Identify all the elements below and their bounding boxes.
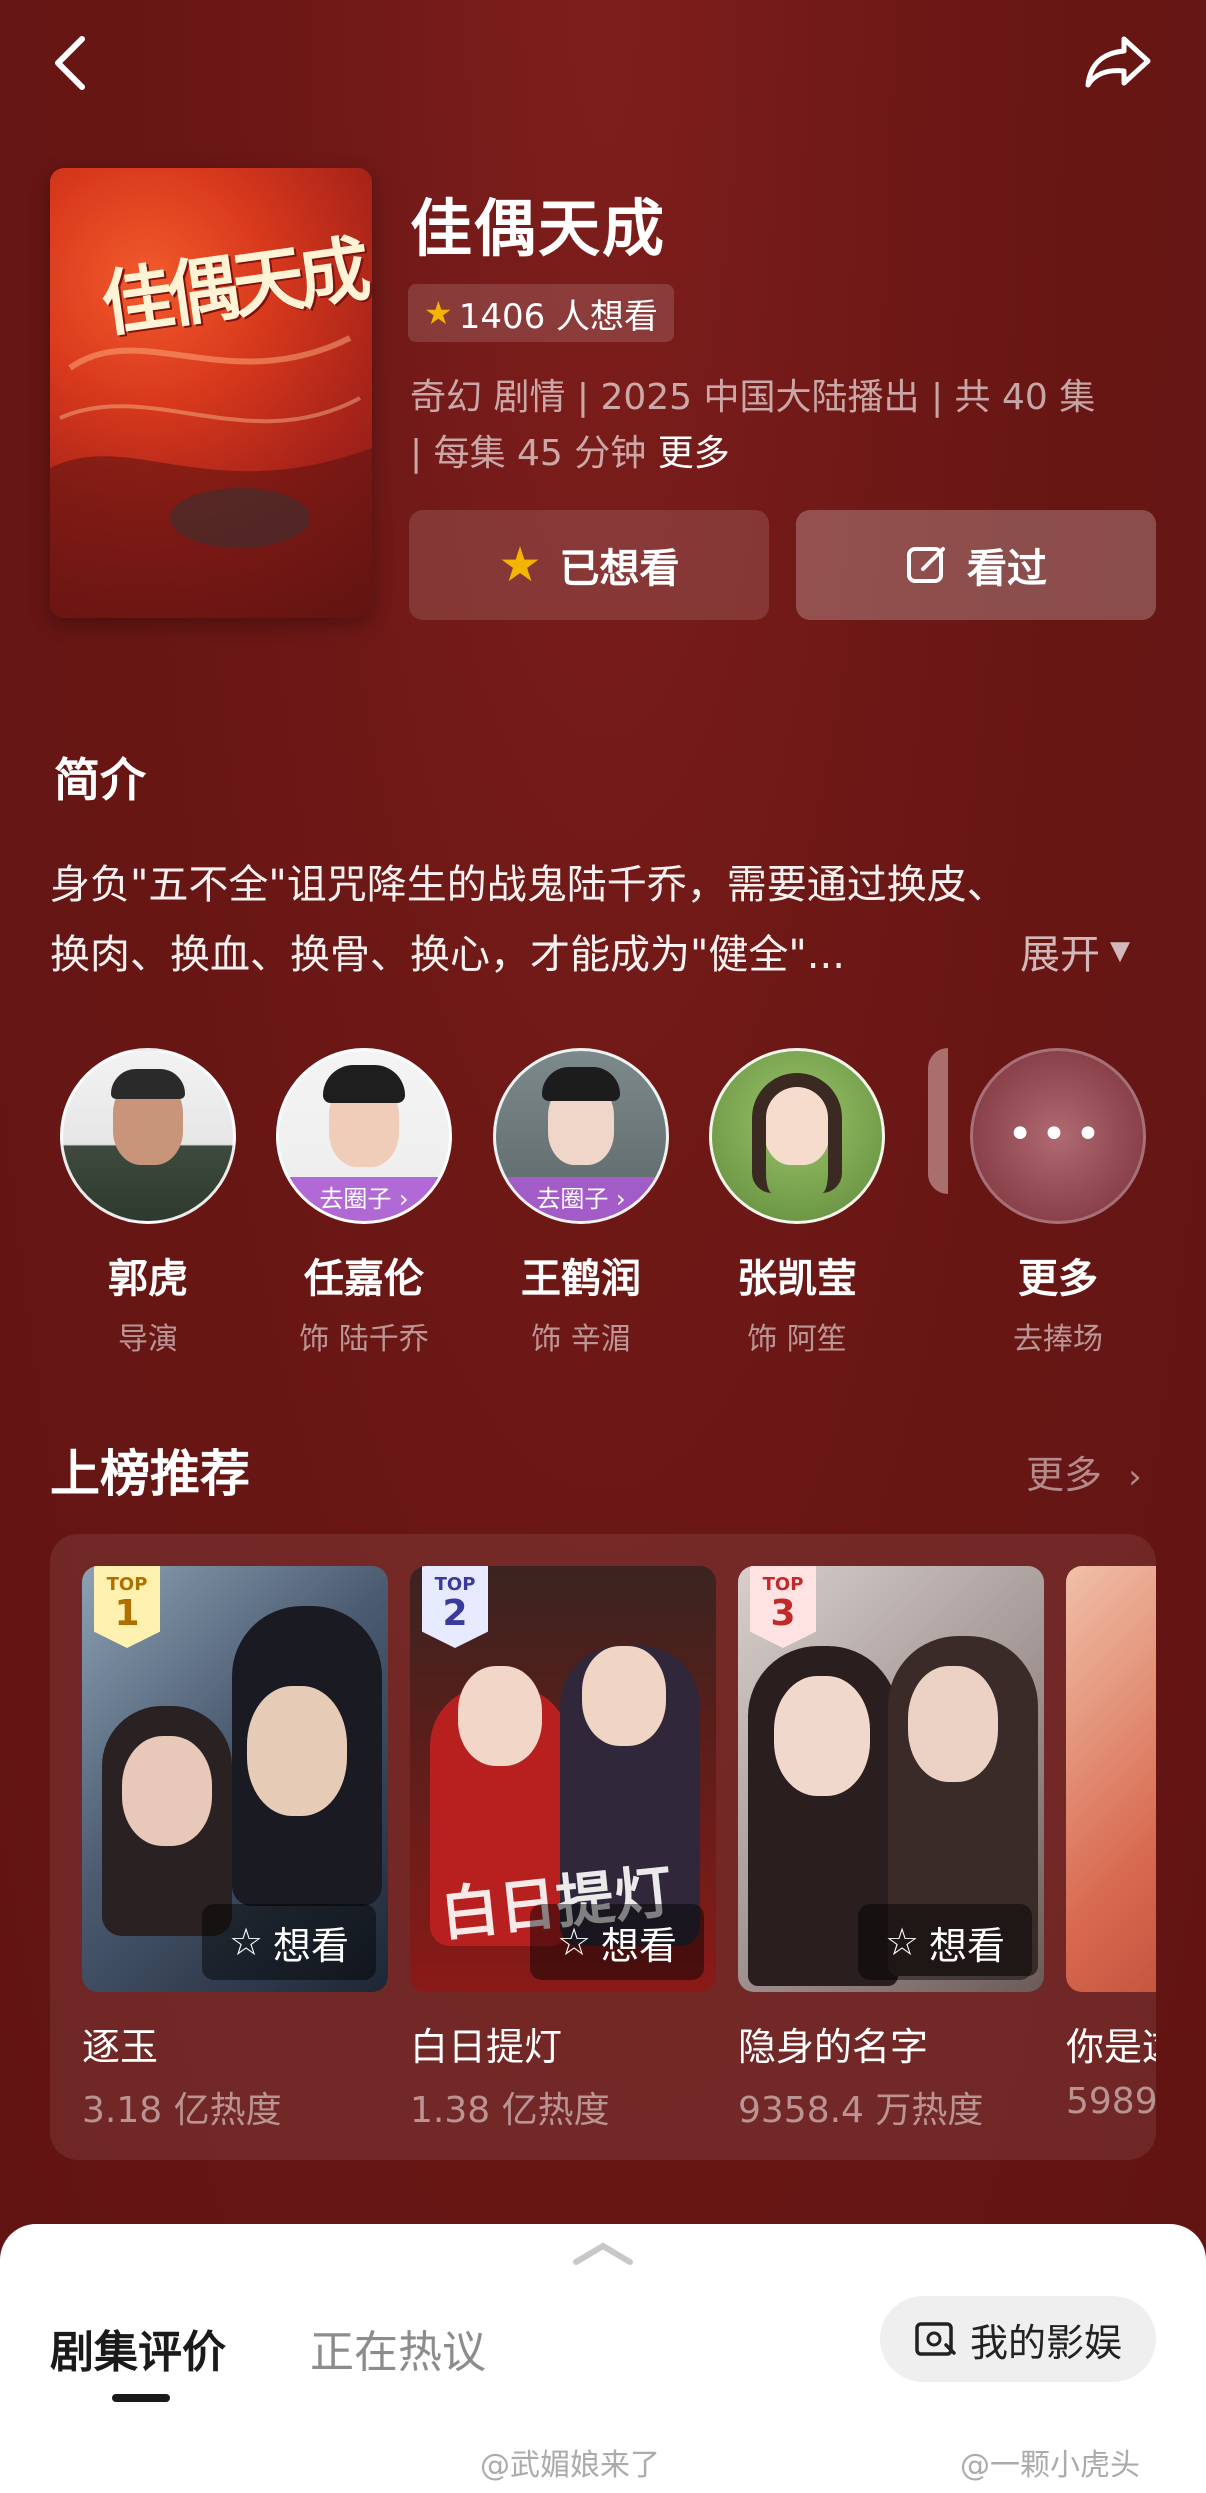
share-button[interactable] [1078,26,1158,98]
ranking-card-3[interactable]: TOP 3 ☆ 想看 隐身的名字 9358.4 万热度 [738,1566,1044,2133]
cast-name: 张凯莹 [737,1256,857,1302]
tab-drama-review[interactable]: 剧集评价 [50,2316,226,2380]
top-badge: TOP 3 [750,1566,816,1648]
star-outline-icon: ☆ [884,1920,920,1964]
cast-role: 去捧场 [1013,1322,1103,1357]
ranking-name: 隐身的名字 [738,2025,929,2069]
want-button[interactable]: ☆ 想看 [202,1904,376,1980]
top-label: TOP [106,1574,148,1595]
want-label: 想看 [929,1923,1006,1968]
edit-icon [907,547,945,583]
cast-item-actor-1[interactable]: 去圈子 › 任嘉伦 饰 陆千乔 [274,1048,454,1358]
cast-name: 郭虎 [108,1256,188,1302]
cast-role: 饰 阿笙 [747,1322,847,1357]
cast-item-actor-2[interactable]: 去圈子 › 王鹤润 饰 辛湄 [491,1048,671,1358]
star-outline-icon: ☆ [228,1920,264,1964]
drama-poster[interactable]: 佳偶天成 [50,168,372,618]
want-label: 想看 [273,1923,350,1968]
ranking-more-link[interactable]: 更多 › [1026,1444,1142,1499]
watermark-2: @一颗小虎头 [960,2448,1140,2483]
caret-down-icon: ▼ [1110,936,1130,966]
top-number: 3 [770,1593,796,1634]
cast-item-more[interactable]: ••• 更多 去捧场 [968,1048,1148,1358]
cast-item-director[interactable]: 郭虎 导演 [58,1048,238,1358]
ranking-card-4[interactable]: 你是这 5989 [1066,1566,1156,2122]
intro-line-2: 换肉、换血、换骨、换心，才能成为"健全"... [50,932,845,978]
want-button[interactable]: ☆ 想看 [858,1904,1032,1980]
top-label: TOP [762,1574,804,1595]
avatar-peek [928,1048,948,1194]
ranking-poster: 白日提灯 TOP 2 ☆ 想看 [410,1566,716,1992]
ranking-name: 你是这 [1066,2025,1156,2069]
star-filled-icon: ★ [498,537,542,593]
star-icon: ★ [424,294,453,332]
watched-button[interactable]: 看过 [796,510,1156,620]
ranking-poster [1066,1566,1156,1992]
top-badge: TOP 1 [94,1566,160,1648]
ranking-name: 逐玉 [82,2025,159,2069]
cast-item-actor-3[interactable]: 张凯莹 饰 阿笙 [707,1048,887,1358]
ranking-card-1[interactable]: TOP 1 ☆ 想看 逐玉 3.18 亿热度 [82,1566,388,2133]
want-button[interactable]: ☆ 想看 [530,1904,704,1980]
chevron-right-icon: › [1128,1457,1142,1497]
top-number: 2 [442,1593,468,1634]
drama-title: 佳偶天成 [410,192,667,265]
top-number: 1 [114,1593,140,1634]
ranking-name: 白日提灯 [410,2025,563,2069]
poster-art [50,335,372,618]
want-label: 想看 [601,1923,678,1968]
my-entertainment-button[interactable]: 我的影娱 [880,2296,1156,2382]
cast-role: 导演 [118,1322,178,1357]
chevron-left-icon [55,36,85,90]
meta-line-2: | 每集 45 分钟 更多 [410,424,730,476]
more-avatar: ••• [970,1048,1146,1224]
cast-name: 任嘉伦 [304,1256,424,1302]
film-icon [915,2322,956,2356]
wanted-button[interactable]: ★ 已想看 [409,510,769,620]
watched-label: 看过 [967,546,1047,592]
ranking-heat: 5989 [1066,2081,1156,2122]
want-count-badge: ★ 1406 人想看 [408,284,675,342]
cast-name: 更多 [1018,1256,1098,1302]
intro-heading: 简介 [54,753,146,807]
cast-role: 饰 辛湄 [531,1322,631,1357]
ranking-card-2[interactable]: 白日提灯 TOP 2 ☆ 想看 白日提灯 1.38 亿热度 [410,1566,716,2133]
my-entertainment-label: 我的影娱 [969,2320,1122,2365]
ranking-panel: TOP 1 ☆ 想看 逐玉 3.18 亿热度 白日提灯 TOP 2 ☆ 想看 白… [50,1534,1156,2160]
top-badge: TOP 2 [422,1566,488,1648]
intro-line-1: 身负"五不全"诅咒降生的战鬼陆千乔，需要通过换皮、 [50,862,1007,908]
top-label: TOP [434,1574,476,1595]
avatar: 去圈子 › [493,1048,669,1224]
sheet-handle-chevron-up-icon[interactable] [570,2238,636,2268]
cast-name: 王鹤润 [521,1256,641,1302]
ranking-poster: TOP 1 ☆ 想看 [82,1566,388,1992]
ranking-title: 上榜推荐 [50,1445,250,1503]
ranking-heat: 3.18 亿热度 [82,2090,282,2131]
avatar: 去圈子 › [276,1048,452,1224]
tab-active-indicator [112,2394,170,2402]
avatar [60,1048,236,1224]
more-dots-icon: ••• [1007,1109,1109,1160]
meta-line-2-text: | 每集 45 分钟 [410,433,647,474]
ranking-poster: TOP 3 ☆ 想看 [738,1566,1044,1992]
tab-hot-discussion[interactable]: 正在热议 [310,2316,486,2380]
back-button[interactable] [40,28,100,98]
star-outline-icon: ☆ [556,1920,592,1964]
ranking-more-label: 更多 [1026,1453,1103,1497]
share-icon [1085,36,1151,88]
expand-button[interactable]: 展开 ▼ [1020,922,1130,980]
avatar [709,1048,885,1224]
go-circle-tag[interactable]: 去圈子 › [496,1177,666,1221]
meta-line-1: 奇幻 剧情 | 2025 中国大陆播出 | 共 40 集 [410,377,1096,418]
want-count-text: 1406 人想看 [458,296,659,337]
cast-role: 饰 陆千乔 [299,1322,429,1357]
ranking-heat: 9358.4 万热度 [738,2090,984,2131]
expand-label: 展开 [1020,932,1100,978]
wanted-label: 已想看 [559,546,680,592]
watermark-1: @武媚娘来了 [480,2448,660,2483]
ranking-heat: 1.38 亿热度 [410,2090,610,2131]
meta-more-link[interactable]: 更多 [658,433,730,474]
go-circle-tag[interactable]: 去圈子 › [279,1177,449,1221]
